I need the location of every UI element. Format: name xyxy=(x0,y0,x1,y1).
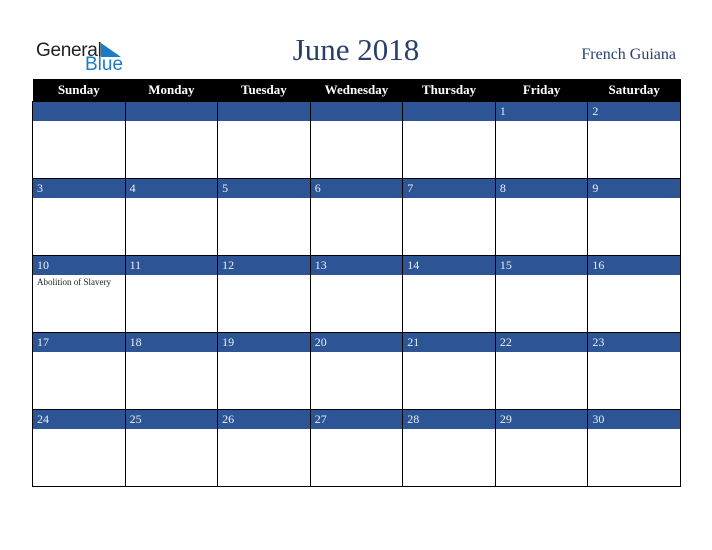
day-number: 13 xyxy=(310,256,403,275)
day-cell[interactable] xyxy=(124,101,219,179)
day-number: 24 xyxy=(33,410,125,429)
day-cell[interactable]: 8 xyxy=(494,178,589,256)
day-number: 7 xyxy=(403,179,495,198)
day-number xyxy=(125,102,218,121)
region-label: French Guiana xyxy=(581,46,676,63)
day-number: 8 xyxy=(495,179,588,198)
weekday-header-friday: Friday xyxy=(495,79,588,102)
day-number: 21 xyxy=(403,333,495,352)
day-cell[interactable]: 10 Abolition of Slavery xyxy=(32,255,126,333)
day-cell[interactable]: 25 xyxy=(124,409,219,487)
day-number: 11 xyxy=(125,256,218,275)
day-number: 22 xyxy=(495,333,588,352)
weekday-header-monday: Monday xyxy=(125,79,218,102)
day-cell[interactable]: 15 xyxy=(494,255,589,333)
day-number: 10 xyxy=(33,256,125,275)
day-cell[interactable]: 20 xyxy=(309,332,404,410)
day-cell[interactable]: 23 xyxy=(587,332,681,410)
week-row: 12 xyxy=(32,101,681,179)
day-number xyxy=(33,102,125,121)
day-number xyxy=(403,102,495,121)
day-cell[interactable]: 28 xyxy=(402,409,496,487)
day-cell[interactable]: 17 xyxy=(32,332,126,410)
day-number: 2 xyxy=(588,102,680,121)
day-cell[interactable] xyxy=(217,101,311,179)
day-number: 4 xyxy=(125,179,218,198)
day-cell[interactable]: 19 xyxy=(217,332,311,410)
day-number: 27 xyxy=(310,410,403,429)
day-number xyxy=(310,102,403,121)
week-row: 24 25 26 27 28 29 30 xyxy=(32,409,681,487)
day-number: 9 xyxy=(588,179,680,198)
day-cell[interactable]: 16 xyxy=(587,255,681,333)
day-number: 29 xyxy=(495,410,588,429)
day-number: 15 xyxy=(495,256,588,275)
day-cell[interactable]: 6 xyxy=(309,178,404,256)
day-cell[interactable]: 1 xyxy=(494,101,589,179)
day-cell[interactable] xyxy=(32,101,126,179)
day-cell[interactable]: 11 xyxy=(124,255,219,333)
day-cell[interactable]: 7 xyxy=(402,178,496,256)
day-number: 25 xyxy=(125,410,218,429)
day-cell[interactable]: 29 xyxy=(494,409,589,487)
day-number xyxy=(218,102,310,121)
weekday-header-saturday: Saturday xyxy=(587,79,681,102)
week-row: 17 18 19 20 21 22 23 xyxy=(32,332,681,410)
day-number: 26 xyxy=(218,410,310,429)
day-cell[interactable]: 27 xyxy=(309,409,404,487)
day-cell[interactable]: 3 xyxy=(32,178,126,256)
day-cell[interactable]: 22 xyxy=(494,332,589,410)
day-cell[interactable]: 18 xyxy=(124,332,219,410)
day-cell[interactable]: 13 xyxy=(309,255,404,333)
day-cell[interactable]: 26 xyxy=(217,409,311,487)
day-number: 5 xyxy=(218,179,310,198)
weekday-header-thursday: Thursday xyxy=(402,79,496,102)
day-number: 3 xyxy=(33,179,125,198)
day-number: 19 xyxy=(218,333,310,352)
day-number: 16 xyxy=(588,256,680,275)
day-number: 17 xyxy=(33,333,125,352)
weekday-header-row: Sunday Monday Tuesday Wednesday Thursday Frid… xyxy=(32,79,681,102)
day-number: 14 xyxy=(403,256,495,275)
day-number: 18 xyxy=(125,333,218,352)
weekday-header-wednesday: Wednesday xyxy=(310,79,403,102)
day-number: 1 xyxy=(495,102,588,121)
day-cell[interactable]: 9 xyxy=(587,178,681,256)
week-row: 3456789 xyxy=(32,178,681,256)
weekday-header-tuesday: Tuesday xyxy=(217,79,311,102)
calendar-grid: Sunday Monday Tuesday Wednesday Thursday Frid… xyxy=(32,79,681,487)
day-number: 23 xyxy=(588,333,680,352)
day-cell[interactable]: 21 xyxy=(402,332,496,410)
day-number: 20 xyxy=(310,333,403,352)
day-cell[interactable]: 5 xyxy=(217,178,311,256)
day-number: 6 xyxy=(310,179,403,198)
day-cell[interactable]: 4 xyxy=(124,178,219,256)
day-cell[interactable] xyxy=(402,101,496,179)
holiday-event: Abolition of Slavery xyxy=(37,277,111,287)
day-cell[interactable]: 24 xyxy=(32,409,126,487)
day-cell[interactable]: 30 xyxy=(587,409,681,487)
day-cell[interactable]: 12 xyxy=(217,255,311,333)
weekday-header-sunday: Sunday xyxy=(32,79,126,102)
day-number: 30 xyxy=(588,410,680,429)
week-row: 10 Abolition of Slavery 11 12 13 14 15 16 xyxy=(32,255,681,333)
day-number: 28 xyxy=(403,410,495,429)
day-cell[interactable] xyxy=(309,101,404,179)
day-number: 12 xyxy=(218,256,310,275)
day-cell[interactable]: 2 xyxy=(587,101,681,179)
day-cell[interactable]: 14 xyxy=(402,255,496,333)
